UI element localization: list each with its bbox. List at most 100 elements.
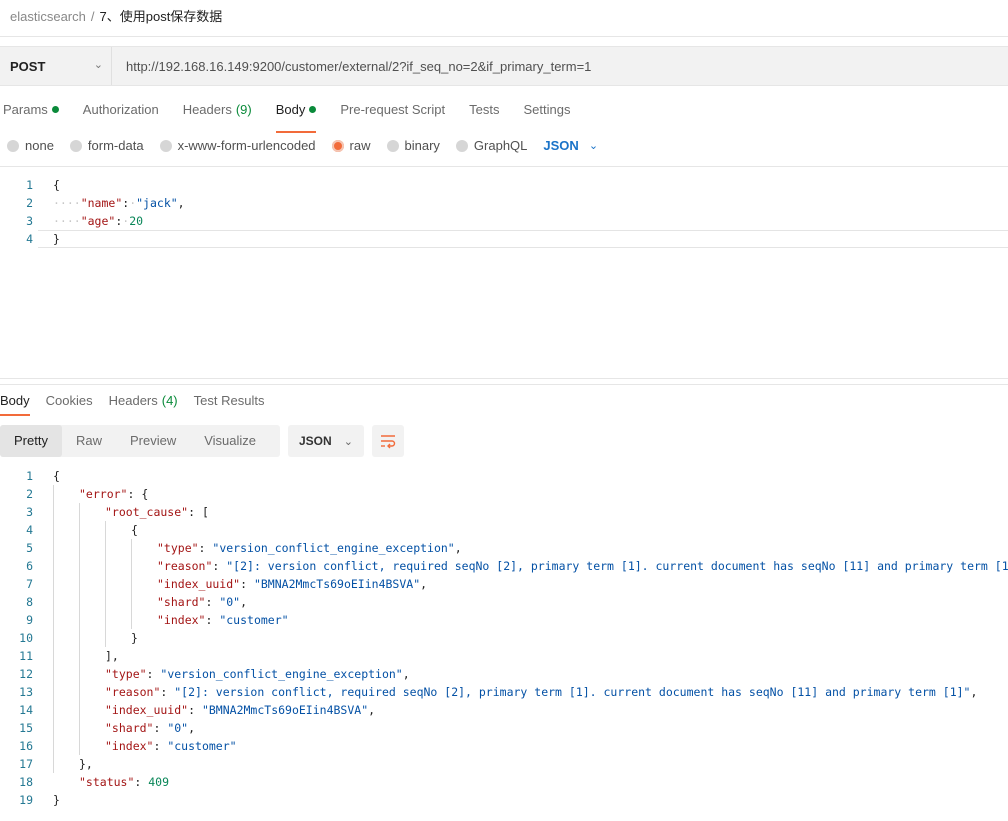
url-input[interactable]: http://192.168.16.149:9200/customer/exte… bbox=[126, 59, 591, 74]
json-token: { bbox=[131, 523, 138, 537]
url-bar: POST ⌄ http://192.168.16.149:9200/custome… bbox=[0, 46, 1008, 86]
code-line: "reason": "[2]: version conflict, requir… bbox=[157, 557, 1008, 575]
tab-tests[interactable]: Tests bbox=[469, 102, 499, 125]
line-number: 4 bbox=[26, 232, 33, 246]
body-format-select[interactable]: JSON ⌄ bbox=[543, 138, 598, 153]
request-body-editor[interactable]: 1 {2 ····"name":·"jack", 3 ····"age":·20 4} bbox=[0, 176, 1008, 248]
json-token: : bbox=[146, 667, 161, 681]
line-number: 2 bbox=[26, 487, 33, 501]
code-line: "root_cause": [ bbox=[105, 503, 209, 521]
response-tab-cookies[interactable]: Cookies bbox=[46, 393, 93, 408]
code-line: { bbox=[53, 467, 60, 485]
radio-label: binary bbox=[404, 138, 440, 153]
radio-button-icon bbox=[331, 139, 344, 152]
json-token: "version_conflict_engine_exception" bbox=[160, 667, 403, 681]
divider bbox=[0, 384, 1008, 385]
line-number: 8 bbox=[26, 595, 33, 609]
json-token: "shard" bbox=[105, 721, 154, 735]
pane-divider[interactable] bbox=[0, 378, 1008, 379]
json-token: "root_cause" bbox=[105, 505, 189, 519]
code-line: "type": "version_conflict_engine_excepti… bbox=[157, 539, 462, 557]
radio-x-www-form-urlencoded[interactable]: x-www-form-urlencoded bbox=[159, 138, 316, 153]
line-number: 3 bbox=[26, 214, 33, 228]
response-tab-headers[interactable]: Headers (4) bbox=[109, 393, 178, 408]
json-token: : [ bbox=[188, 505, 209, 519]
code-line: "shard": "0", bbox=[105, 719, 195, 737]
line-number: 17 bbox=[19, 757, 33, 771]
radio-raw[interactable]: raw bbox=[331, 138, 371, 153]
line-number: 11 bbox=[19, 649, 33, 663]
code-line: "index_uuid": "BMNA2MmcTs69oEIin4BSVA", bbox=[157, 575, 427, 593]
json-token: , bbox=[402, 667, 410, 681]
code-line: }, bbox=[79, 755, 93, 773]
json-token: "error" bbox=[79, 487, 128, 501]
line-number: 6 bbox=[26, 559, 33, 573]
radio-label: x-www-form-urlencoded bbox=[177, 138, 316, 153]
tab-pre-request-script[interactable]: Pre-request Script bbox=[340, 102, 445, 125]
method-select[interactable]: POST ⌄ bbox=[0, 47, 112, 85]
radio-GraphQL[interactable]: GraphQL bbox=[455, 138, 528, 153]
status-dot-icon bbox=[309, 106, 317, 113]
json-token: ], bbox=[105, 649, 119, 663]
json-token: : bbox=[153, 739, 168, 753]
wrap-lines-button[interactable] bbox=[372, 425, 404, 457]
json-token: } bbox=[53, 793, 60, 807]
view-mode-visualize[interactable]: Visualize bbox=[190, 425, 270, 457]
response-body-viewer[interactable]: 1{2 "error": {3 "root_cause": [4{5 "type": … bbox=[0, 467, 1008, 817]
tab-label: Settings bbox=[523, 102, 571, 117]
radio-none[interactable]: none bbox=[7, 138, 54, 153]
json-token: { bbox=[53, 469, 60, 483]
json-token: "BMNA2MmcTs69oEIin4BSVA" bbox=[201, 703, 369, 717]
request-name[interactable]: 7、使用post保存数据 bbox=[100, 9, 223, 24]
code-line: ····"age":·20 bbox=[53, 212, 143, 230]
view-mode-preview[interactable]: Preview bbox=[116, 425, 190, 457]
indent-guide bbox=[131, 539, 132, 629]
indent-whitespace: ···· bbox=[53, 214, 81, 228]
code-line: { bbox=[131, 521, 138, 539]
json-token: "[2]: version conflict, required seqNo [… bbox=[174, 685, 971, 699]
json-token: : bbox=[205, 595, 220, 609]
indent-guide bbox=[79, 503, 80, 755]
tab-settings[interactable]: Settings bbox=[523, 102, 570, 125]
response-tab-test-results[interactable]: Test Results bbox=[194, 393, 265, 408]
code-line: ····"name":·"jack", bbox=[53, 194, 185, 212]
json-token: "[2]: version conflict, required seqNo [… bbox=[226, 559, 1008, 573]
json-token: "reason" bbox=[157, 559, 213, 573]
json-token: "jack" bbox=[136, 196, 178, 210]
code-line: "index": "customer" bbox=[105, 737, 237, 755]
radio-form-data[interactable]: form-data bbox=[69, 138, 144, 153]
tab-headers[interactable]: Headers (9) bbox=[183, 102, 252, 125]
indent-guide bbox=[105, 521, 106, 647]
code-line: } bbox=[53, 791, 60, 809]
response-format-select[interactable]: JSON ⌄ bbox=[288, 425, 364, 457]
radio-button-icon bbox=[69, 139, 82, 152]
tab-body[interactable]: Body bbox=[275, 102, 317, 133]
breadcrumb-collection[interactable]: elasticsearch bbox=[10, 9, 86, 24]
view-mode-raw[interactable]: Raw bbox=[62, 425, 116, 457]
radio-button-icon bbox=[7, 139, 19, 152]
chevron-down-icon: ⌄ bbox=[343, 436, 353, 448]
tab-label: Params bbox=[3, 102, 48, 117]
code-line: ], bbox=[105, 647, 119, 665]
code-line: "reason": "[2]: version conflict, requir… bbox=[105, 683, 977, 701]
line-number: 7 bbox=[26, 577, 33, 591]
json-token: "BMNA2MmcTs69oEIin4BSVA" bbox=[253, 577, 421, 591]
radio-label: GraphQL bbox=[473, 138, 528, 153]
breadcrumb-separator: / bbox=[90, 9, 95, 24]
json-token: , bbox=[240, 595, 248, 609]
tab-label: Headers bbox=[182, 102, 232, 117]
json-token: : bbox=[134, 775, 149, 789]
tab-params[interactable]: Params bbox=[3, 102, 59, 125]
line-number: 4 bbox=[26, 523, 33, 537]
radio-binary[interactable]: binary bbox=[386, 138, 440, 153]
response-tab-body[interactable]: Body bbox=[0, 393, 30, 416]
code-line: "type": "version_conflict_engine_excepti… bbox=[105, 665, 410, 683]
json-token: "age" bbox=[80, 214, 116, 228]
tab-authorization[interactable]: Authorization bbox=[83, 102, 159, 125]
json-token: : bbox=[160, 685, 175, 699]
json-token: : bbox=[205, 613, 220, 627]
divider bbox=[0, 166, 1008, 167]
radio-button-icon bbox=[386, 139, 399, 152]
view-mode-pretty[interactable]: Pretty bbox=[0, 425, 62, 457]
code-line: "index_uuid": "BMNA2MmcTs69oEIin4BSVA", bbox=[105, 701, 375, 719]
